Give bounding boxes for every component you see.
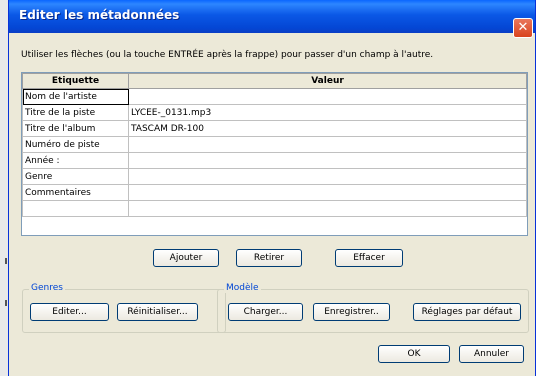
load-template-button[interactable]: Charger... (228, 303, 303, 321)
close-icon: ✕ (517, 20, 529, 35)
table-row[interactable]: Titre de la piste LYCEE-_0131.mp3 (22, 104, 527, 121)
column-header-label[interactable]: Etiquette (22, 73, 129, 89)
title-bar[interactable]: Editer les métadonnées ✕ (9, 0, 535, 38)
metadata-dialog: Editer les métadonnées ✕ Utiliser les fl… (8, 0, 536, 376)
table-row[interactable]: Titre de l'album TASCAM DR-100 (22, 120, 527, 137)
genres-legend: Genres (29, 283, 65, 293)
metadata-grid: Etiquette Valeur Nom de l'artiste Titre … (21, 72, 528, 236)
clear-button[interactable]: Effacer (335, 249, 403, 267)
label-cell[interactable]: Année : (22, 152, 129, 169)
cancel-button[interactable]: Annuler (459, 345, 524, 363)
column-header-value[interactable]: Valeur (128, 73, 527, 89)
metadata-table: Etiquette Valeur Nom de l'artiste Titre … (22, 73, 527, 217)
label-cell[interactable]: Titre de l'album (22, 120, 129, 137)
value-cell[interactable] (128, 152, 527, 169)
template-legend: Modèle (224, 283, 261, 293)
value-cell[interactable] (128, 136, 527, 153)
value-cell[interactable]: LYCEE-_0131.mp3 (128, 104, 527, 121)
table-row[interactable]: Année : (22, 152, 527, 169)
label-cell[interactable]: Commentaires (22, 184, 129, 201)
edge-mark (5, 258, 7, 264)
label-cell[interactable]: Genre (22, 168, 129, 185)
label-cell[interactable]: Nom de l'artiste (22, 88, 129, 105)
save-template-button[interactable]: Enregistrer.. (313, 303, 390, 321)
ok-button[interactable]: OK (378, 345, 450, 363)
label-cell[interactable] (22, 200, 129, 217)
value-cell[interactable] (128, 184, 527, 201)
table-row[interactable]: Nom de l'artiste (22, 88, 527, 105)
table-row[interactable]: Numéro de piste (22, 136, 527, 153)
value-cell[interactable] (128, 88, 527, 105)
background-window-edge (0, 0, 8, 376)
table-row[interactable]: Commentaires (22, 184, 527, 201)
close-button[interactable]: ✕ (513, 18, 533, 38)
value-cell[interactable] (128, 168, 527, 185)
reset-genres-button[interactable]: Réinitialiser... (117, 303, 198, 321)
value-cell[interactable] (128, 200, 527, 217)
add-button[interactable]: Ajouter (153, 249, 219, 267)
defaults-button[interactable]: Réglages par défaut (413, 303, 521, 321)
value-cell[interactable]: TASCAM DR-100 (128, 120, 527, 137)
remove-button[interactable]: Retirer (236, 249, 302, 267)
label-cell[interactable]: Numéro de piste (22, 136, 129, 153)
table-row[interactable] (22, 200, 527, 217)
dialog-title: Editer les métadonnées (19, 8, 180, 22)
edge-mark (5, 300, 7, 306)
table-header-row: Etiquette Valeur (22, 73, 527, 89)
label-cell[interactable]: Titre de la piste (22, 104, 129, 121)
edit-genres-button[interactable]: Editer... (30, 303, 109, 321)
table-row[interactable]: Genre (22, 168, 527, 185)
instruction-text: Utiliser les flèches (ou la touche ENTRÉ… (21, 50, 434, 60)
